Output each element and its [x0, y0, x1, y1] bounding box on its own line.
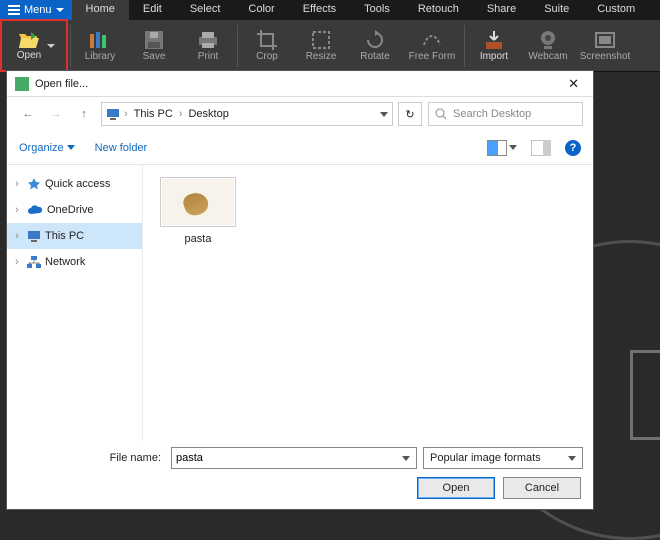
disclosure-icon[interactable]: › — [11, 204, 23, 216]
sidebar-item-onedrive[interactable]: › OneDrive — [7, 197, 142, 223]
sidebar-item-quickaccess[interactable]: › Quick access — [7, 171, 142, 197]
tab-tools[interactable]: Tools — [350, 0, 404, 20]
crop-icon — [255, 29, 279, 51]
help-button[interactable]: ? — [565, 140, 581, 156]
nav-up-button[interactable]: ↑ — [73, 103, 95, 125]
filename-input[interactable] — [171, 447, 417, 469]
dialog-footer: File name: Popular image formats Open Ca… — [7, 441, 593, 509]
chevron-down-icon[interactable] — [380, 112, 388, 117]
organize-button[interactable]: Organize — [19, 142, 75, 154]
tab-share[interactable]: Share — [473, 0, 530, 20]
ribbon-print-button[interactable]: Print — [181, 20, 235, 71]
cloud-icon — [27, 204, 43, 216]
ribbon-resize-button[interactable]: Resize — [294, 20, 348, 71]
ribbon-rotate-button[interactable]: Rotate — [348, 20, 402, 71]
tab-edit[interactable]: Edit — [129, 0, 176, 20]
network-icon — [27, 255, 41, 269]
file-thumbnail — [160, 177, 236, 227]
tab-select[interactable]: Select — [176, 0, 235, 20]
ribbon-import-button[interactable]: Import — [467, 20, 521, 71]
address-bar[interactable]: › This PC › Desktop — [101, 102, 393, 126]
breadcrumb-root[interactable]: This PC — [132, 108, 175, 120]
disclosure-icon[interactable]: › — [11, 178, 23, 190]
tab-suite[interactable]: Suite — [530, 0, 583, 20]
ribbon-open-label: Open — [17, 50, 41, 61]
open-file-dialog: Open file... ✕ ← → ↑ › This PC › Desktop… — [6, 70, 594, 510]
search-icon — [435, 108, 447, 120]
chevron-right-icon: › — [124, 108, 128, 120]
dialog-nav: ← → ↑ › This PC › Desktop ↻ Search Deskt… — [7, 97, 593, 131]
ribbon-webcam-button[interactable]: Webcam — [521, 20, 575, 71]
import-icon — [482, 29, 506, 51]
sidebar-item-network[interactable]: › Network — [7, 249, 142, 275]
print-icon — [196, 29, 220, 51]
rotate-icon — [363, 29, 387, 51]
save-icon — [142, 29, 166, 51]
nav-forward-button[interactable]: → — [45, 103, 67, 125]
filename-label: File name: — [17, 452, 165, 464]
ribbon-crop-button[interactable]: Crop — [240, 20, 294, 71]
menubar: Menu Home Edit Select Color Effects Tool… — [0, 0, 660, 20]
filetype-filter[interactable]: Popular image formats — [423, 447, 583, 469]
nav-back-button[interactable]: ← — [17, 103, 39, 125]
ribbon-open-button[interactable]: Open — [4, 20, 68, 71]
file-item[interactable]: pasta — [155, 177, 241, 245]
ribbon-freeform-button[interactable]: Free Form — [402, 20, 462, 71]
chevron-down-icon — [56, 8, 64, 12]
resize-icon — [309, 29, 333, 51]
ribbon-screenshot-button[interactable]: Screenshot — [575, 20, 635, 71]
freeform-icon — [420, 29, 444, 51]
tab-home[interactable]: Home — [72, 0, 129, 20]
disclosure-icon[interactable]: › — [11, 230, 23, 242]
preview-pane-button[interactable] — [531, 140, 551, 156]
refresh-button[interactable]: ↻ — [398, 102, 422, 126]
chevron-down-icon — [568, 456, 576, 461]
close-icon[interactable]: ✕ — [562, 76, 585, 92]
ribbon-library-button[interactable]: Library — [73, 20, 127, 71]
hamburger-icon — [8, 5, 20, 15]
breadcrumb-path[interactable]: Desktop — [186, 108, 230, 120]
newfolder-button[interactable]: New folder — [95, 142, 148, 154]
tab-color[interactable]: Color — [234, 0, 288, 20]
chevron-down-icon — [67, 145, 75, 150]
dialog-title: Open file... — [35, 78, 88, 90]
chevron-down-icon — [47, 44, 55, 48]
tab-custom[interactable]: Custom — [583, 0, 649, 20]
file-label: pasta — [185, 233, 212, 245]
sidebar: › Quick access › OneDrive › This PC › Ne… — [7, 165, 143, 441]
filename-field[interactable] — [172, 452, 396, 464]
menu-dropdown-button[interactable]: Menu — [0, 0, 72, 20]
chevron-down-icon[interactable] — [509, 145, 517, 150]
monitor-icon — [27, 230, 41, 242]
app-icon — [15, 77, 29, 91]
ribbon: Open Library Save Print Crop Resize Rota… — [0, 20, 660, 72]
tab-retouch[interactable]: Retouch — [404, 0, 473, 20]
library-icon — [88, 29, 112, 51]
ribbon-save-button[interactable]: Save — [127, 20, 181, 71]
search-placeholder: Search Desktop — [453, 108, 531, 120]
chevron-down-icon[interactable] — [402, 456, 410, 461]
tab-effects[interactable]: Effects — [289, 0, 350, 20]
open-button[interactable]: Open — [417, 477, 495, 499]
webcam-icon — [536, 29, 560, 51]
disclosure-icon[interactable]: › — [11, 256, 23, 268]
monitor-icon — [106, 108, 120, 120]
menu-label: Menu — [24, 4, 52, 16]
dialog-titlebar: Open file... ✕ — [7, 71, 593, 97]
chevron-right-icon: › — [179, 108, 183, 120]
cancel-button[interactable]: Cancel — [503, 477, 581, 499]
star-icon — [27, 177, 41, 191]
sidebar-item-thispc[interactable]: › This PC — [7, 223, 142, 249]
screenshot-icon — [593, 29, 617, 51]
folder-open-icon — [17, 30, 41, 50]
file-list[interactable]: pasta — [143, 165, 593, 441]
search-input[interactable]: Search Desktop — [428, 102, 583, 126]
view-mode-button[interactable] — [487, 140, 507, 156]
dialog-toolbar: Organize New folder ? — [7, 131, 593, 165]
